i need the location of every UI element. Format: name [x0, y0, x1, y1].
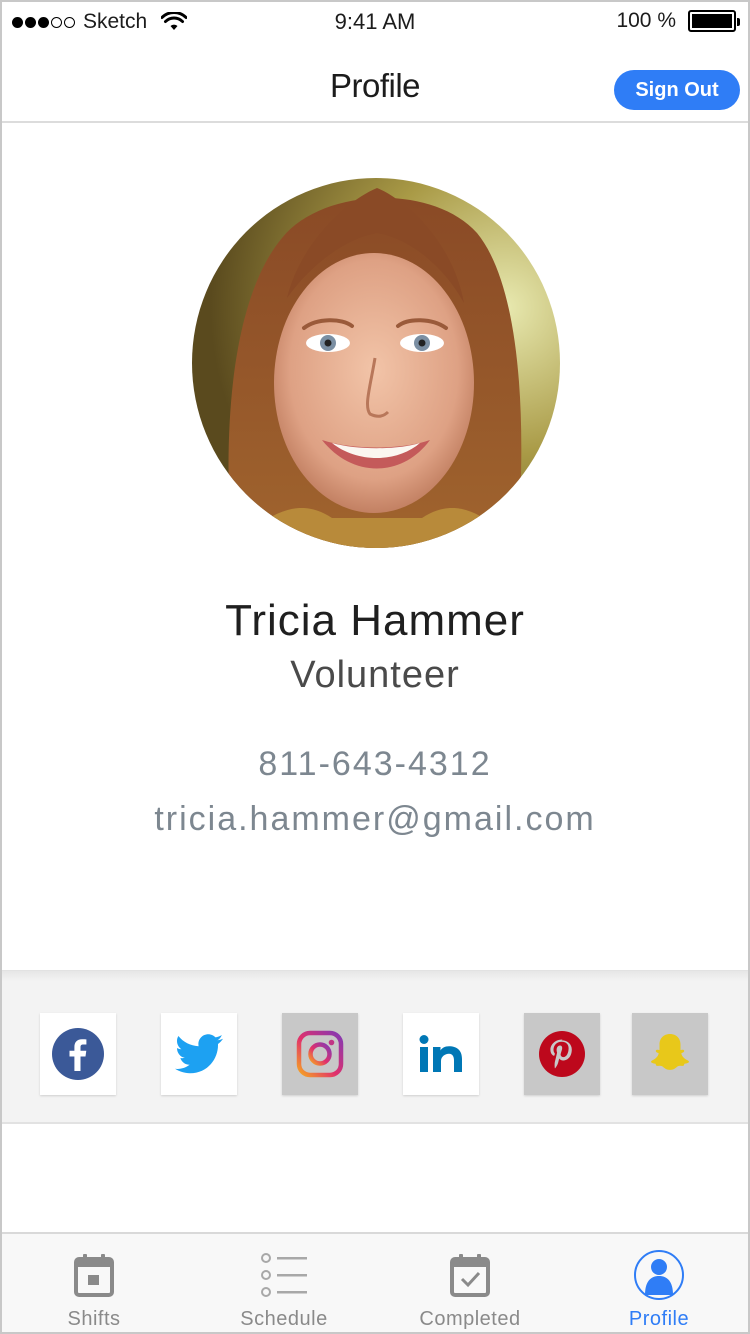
- linkedin-button[interactable]: [403, 1013, 479, 1095]
- tab-label-schedule: Schedule: [240, 1308, 328, 1330]
- list-icon: [261, 1253, 307, 1297]
- calendar-icon: [74, 1254, 114, 1297]
- avatar: [192, 178, 560, 548]
- instagram-icon: [296, 1030, 344, 1078]
- battery-group: 100 %: [616, 9, 740, 33]
- linkedin-icon: [419, 1035, 462, 1072]
- instagram-button[interactable]: [282, 1013, 358, 1095]
- profile-role: Volunteer: [290, 654, 460, 696]
- tab-label-profile: Profile: [628, 1308, 690, 1330]
- person-icon: [634, 1250, 684, 1300]
- sign-out-button[interactable]: Sign Out: [614, 70, 740, 110]
- pinterest-icon: [539, 1031, 585, 1077]
- tab-label-completed: Completed: [419, 1308, 521, 1330]
- status-bar: Sketch 9:41 AM 100 %: [2, 2, 748, 42]
- calendar-check-icon: [450, 1254, 490, 1297]
- tab-schedule[interactable]: Schedule: [234, 1234, 334, 1332]
- tab-profile[interactable]: Profile: [614, 1234, 704, 1332]
- snapchat-button[interactable]: [632, 1013, 708, 1095]
- tab-label-shifts: Shifts: [67, 1308, 121, 1330]
- twitter-icon: [175, 1034, 223, 1074]
- twitter-button[interactable]: [161, 1013, 237, 1095]
- tab-bar: Shifts Schedule Completed Profile: [2, 1232, 748, 1332]
- phone-screen: Sketch 9:41 AM 100 % Profile Sign Out Tr…: [0, 0, 750, 1334]
- profile-name: Tricia Hammer: [225, 596, 525, 645]
- navigation-bar: Profile Sign Out: [2, 42, 748, 123]
- profile-phone[interactable]: 811-643-4312: [2, 745, 748, 784]
- tab-shifts[interactable]: Shifts: [54, 1234, 134, 1332]
- snapchat-icon: [651, 1034, 689, 1070]
- battery-percentage: 100 %: [616, 9, 676, 32]
- pinterest-button[interactable]: [524, 1013, 600, 1095]
- social-links: [2, 970, 748, 1124]
- profile-email[interactable]: tricia.hammer@gmail.com: [2, 800, 748, 839]
- battery-icon: [688, 10, 740, 32]
- tab-completed[interactable]: Completed: [410, 1234, 530, 1332]
- facebook-icon: [52, 1028, 104, 1080]
- facebook-button[interactable]: [40, 1013, 116, 1095]
